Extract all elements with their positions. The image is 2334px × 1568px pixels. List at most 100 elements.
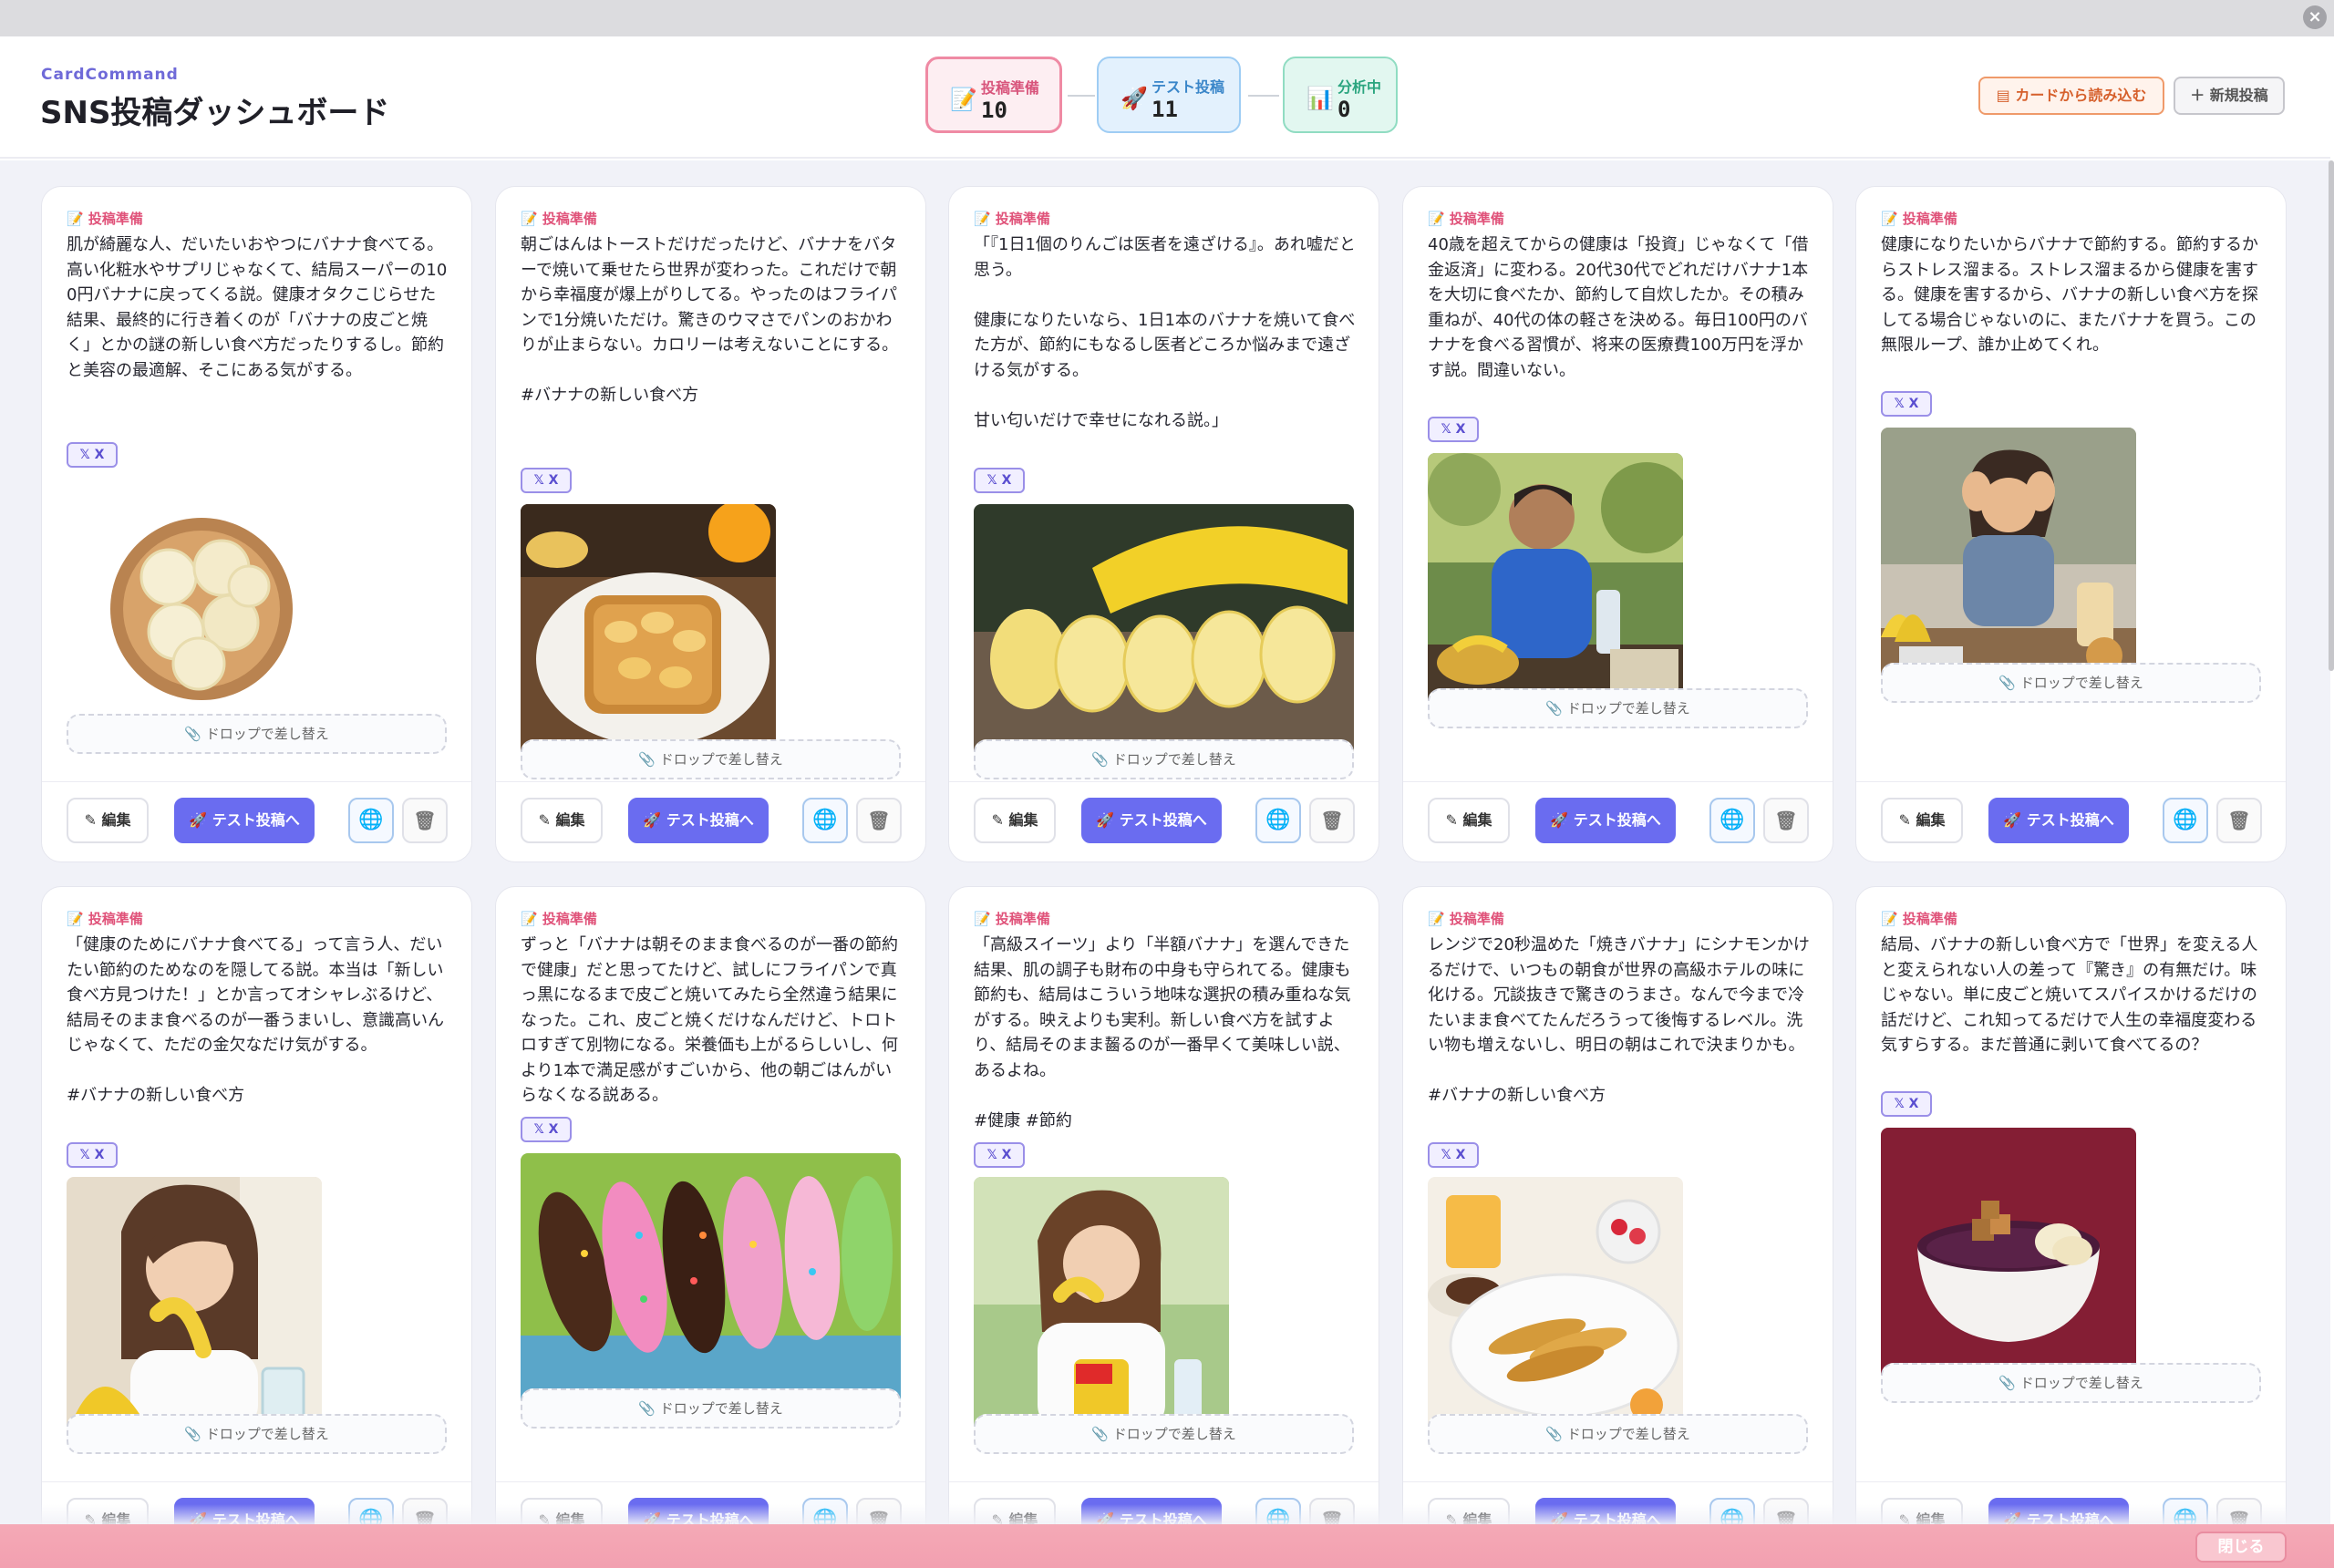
- stage-connector: [1248, 95, 1279, 97]
- import-from-card-button[interactable]: ▤ カードから読み込む: [1978, 77, 2164, 115]
- stage-badge: 📝 投稿準備: [521, 911, 597, 927]
- drop-replace-zone[interactable]: 📎 ドロップで差し替え: [1428, 1414, 1808, 1454]
- card-divider: [1403, 1481, 1833, 1482]
- card-divider: [949, 781, 1379, 782]
- card-divider: [496, 781, 925, 782]
- test-post-button[interactable]: 🚀 テスト投稿へ: [1535, 798, 1676, 843]
- drop-replace-zone[interactable]: 📎 ドロップで差し替え: [1428, 688, 1808, 728]
- trash-icon[interactable]: 🗑: [1309, 798, 1355, 843]
- new-post-button[interactable]: ＋ 新規投稿: [2174, 77, 2285, 115]
- post-text: 結局、バナナの新しい食べ方で「世界」を変える人と変えられない人の差って『驚き』の…: [1881, 935, 2258, 1055]
- edit-button[interactable]: ✎ 編集: [521, 798, 603, 843]
- drop-replace-zone[interactable]: 📎 ドロップで差し替え: [521, 739, 901, 779]
- post-text: 40歳を超えてからの健康は「投資」じゃなくて「借金返済」に変わる。20代30代で…: [1428, 235, 1809, 380]
- stage-badge: 📝 投稿準備: [521, 211, 597, 227]
- test-post-button[interactable]: 🚀 テスト投稿へ: [174, 798, 315, 843]
- post-image[interactable]: [1428, 1177, 1683, 1432]
- trash-icon[interactable]: 🗑: [856, 798, 902, 843]
- drop-replace-zone[interactable]: 📎 ドロップで差し替え: [974, 739, 1354, 779]
- post-text: 健康になりたいからバナナで節約する。節約するからストレス溜まる。ストレス溜まるか…: [1881, 235, 2258, 355]
- edit-button[interactable]: ✎ 編集: [67, 798, 149, 843]
- stage-badge: 📝 投稿準備: [1881, 911, 1957, 927]
- post-image[interactable]: [974, 1177, 1229, 1432]
- globe-icon[interactable]: 🌐: [1709, 798, 1755, 843]
- stage-preparing[interactable]: 📝 投稿準備 10: [925, 57, 1062, 133]
- footer-bar: 閉じる: [0, 1524, 2334, 1568]
- post-card: 📝 投稿準備 朝ごはんはトーストだけだったけど、バナナをバターで焼いて乗せたら世…: [495, 186, 926, 862]
- stage-label: 分析中: [1337, 78, 1382, 96]
- stage-count: 0: [1337, 97, 1351, 122]
- stage-label: 投稿準備: [981, 79, 1040, 97]
- trash-icon[interactable]: 🗑: [402, 798, 448, 843]
- trash-icon[interactable]: 🗑: [2216, 798, 2262, 843]
- test-post-button[interactable]: 🚀 テスト投稿へ: [1081, 798, 1222, 843]
- post-text: 朝ごはんはトーストだけだったけど、バナナをバターで焼いて乗せたら世界が変わった。…: [521, 235, 899, 405]
- post-card: 📝 投稿準備 「『1日1個のりんごは医者を遠ざける』。あれ嘘だと思う。 健康にな…: [948, 186, 1379, 862]
- post-image[interactable]: [521, 504, 776, 759]
- edit-button[interactable]: ✎ 編集: [974, 798, 1056, 843]
- stage-badge: 📝 投稿準備: [1881, 211, 1957, 227]
- trash-icon[interactable]: 🗑: [1763, 798, 1809, 843]
- stage-badge: 📝 投稿準備: [67, 211, 143, 227]
- card-divider: [496, 1481, 925, 1482]
- card-divider: [42, 781, 471, 782]
- platform-x-badge: 𝕏 X: [974, 468, 1025, 493]
- stage-analyzing[interactable]: 📊 分析中 0: [1283, 57, 1398, 133]
- stage-test-post[interactable]: 🚀 テスト投稿 11: [1097, 57, 1241, 133]
- window-close-icon[interactable]: ×: [2303, 5, 2327, 29]
- drop-replace-zone[interactable]: 📎 ドロップで差し替え: [67, 1414, 447, 1454]
- globe-icon[interactable]: 🌐: [802, 798, 848, 843]
- post-card: 📝 投稿準備 「健康のためにバナナ食べてる」って言う人、だいたい節約のためなのを…: [41, 886, 472, 1524]
- card-divider: [949, 1481, 1379, 1482]
- post-image[interactable]: [1881, 1128, 2136, 1383]
- post-image[interactable]: [67, 1177, 322, 1432]
- bar-chart-icon: 📊: [1306, 86, 1334, 111]
- close-button[interactable]: 閉じる: [2195, 1532, 2287, 1563]
- globe-icon[interactable]: 🌐: [2163, 798, 2208, 843]
- post-image[interactable]: [1428, 453, 1683, 708]
- drop-replace-zone[interactable]: 📎 ドロップで差し替え: [974, 1414, 1354, 1454]
- vertical-scrollbar[interactable]: [2329, 160, 2334, 671]
- platform-x-badge: 𝕏 X: [1881, 1091, 1932, 1117]
- drop-replace-zone[interactable]: 📎 ドロップで差し替え: [67, 714, 447, 754]
- card-divider: [1856, 1481, 2286, 1482]
- brand-name: CardCommand: [41, 66, 179, 84]
- platform-x-badge: 𝕏 X: [1428, 417, 1479, 442]
- test-post-button[interactable]: 🚀 テスト投稿へ: [1988, 798, 2129, 843]
- drop-replace-zone[interactable]: 📎 ドロップで差し替え: [1881, 663, 2261, 703]
- card-divider: [42, 1481, 471, 1482]
- post-card: 📝 投稿準備 肌が綺麗な人、だいたいおやつにバナナ食べてる。高い化粧水やサプリじ…: [41, 186, 472, 862]
- platform-x-badge: 𝕏 X: [974, 1142, 1025, 1168]
- platform-x-badge: 𝕏 X: [1881, 391, 1932, 417]
- globe-icon[interactable]: 🌐: [348, 798, 394, 843]
- stage-badge: 📝 投稿準備: [1428, 911, 1504, 927]
- post-card: 📝 投稿準備 レンジで20秒温めた「焼きバナナ」にシナモンかけるだけで、いつもの…: [1402, 886, 1833, 1524]
- edit-button[interactable]: ✎ 編集: [1881, 798, 1963, 843]
- test-post-button[interactable]: 🚀 テスト投稿へ: [628, 798, 769, 843]
- drop-replace-zone[interactable]: 📎 ドロップで差し替え: [1881, 1363, 2261, 1403]
- platform-x-badge: 𝕏 X: [1428, 1142, 1479, 1168]
- post-text: 「高級スイーツ」より「半額バナナ」を選んできた結果、肌の調子も財布の中身も守られ…: [974, 935, 1351, 1130]
- scroll-fade: [0, 1504, 2330, 1524]
- post-card: 📝 投稿準備 「高級スイーツ」より「半額バナナ」を選んできた結果、肌の調子も財布…: [948, 886, 1379, 1524]
- post-image[interactable]: [521, 1153, 901, 1408]
- card-divider: [1856, 781, 2286, 782]
- platform-x-badge: 𝕏 X: [67, 1142, 118, 1168]
- platform-x-badge: 𝕏 X: [67, 442, 118, 468]
- stage-connector: [1068, 95, 1095, 97]
- post-text: 「健康のためにバナナ食べてる」って言う人、だいたい節約のためなのを隠してる説。本…: [67, 935, 444, 1105]
- stage-count: 10: [981, 98, 1007, 123]
- post-text: レンジで20秒温めた「焼きバナナ」にシナモンかけるだけで、いつもの朝食が世界の高…: [1428, 935, 1810, 1105]
- globe-icon[interactable]: 🌐: [1255, 798, 1301, 843]
- dashboard-header: CardCommand SNS投稿ダッシュボード 📝 投稿準備 10 🚀 テスト…: [0, 36, 2330, 159]
- memo-icon: 📝: [950, 87, 977, 112]
- post-image[interactable]: [67, 477, 322, 732]
- post-image[interactable]: [1881, 428, 2136, 683]
- drop-replace-zone[interactable]: 📎 ドロップで差し替え: [521, 1388, 901, 1429]
- stage-badge: 📝 投稿準備: [1428, 211, 1504, 227]
- post-text: ずっと「バナナは朝そのまま食べるのが一番の節約で健康」だと思ってたけど、試しにフ…: [521, 935, 898, 1105]
- edit-button[interactable]: ✎ 編集: [1428, 798, 1510, 843]
- post-image[interactable]: [974, 504, 1354, 759]
- stage-label: テスト投稿: [1152, 78, 1225, 96]
- stage-badge: 📝 投稿準備: [67, 911, 143, 927]
